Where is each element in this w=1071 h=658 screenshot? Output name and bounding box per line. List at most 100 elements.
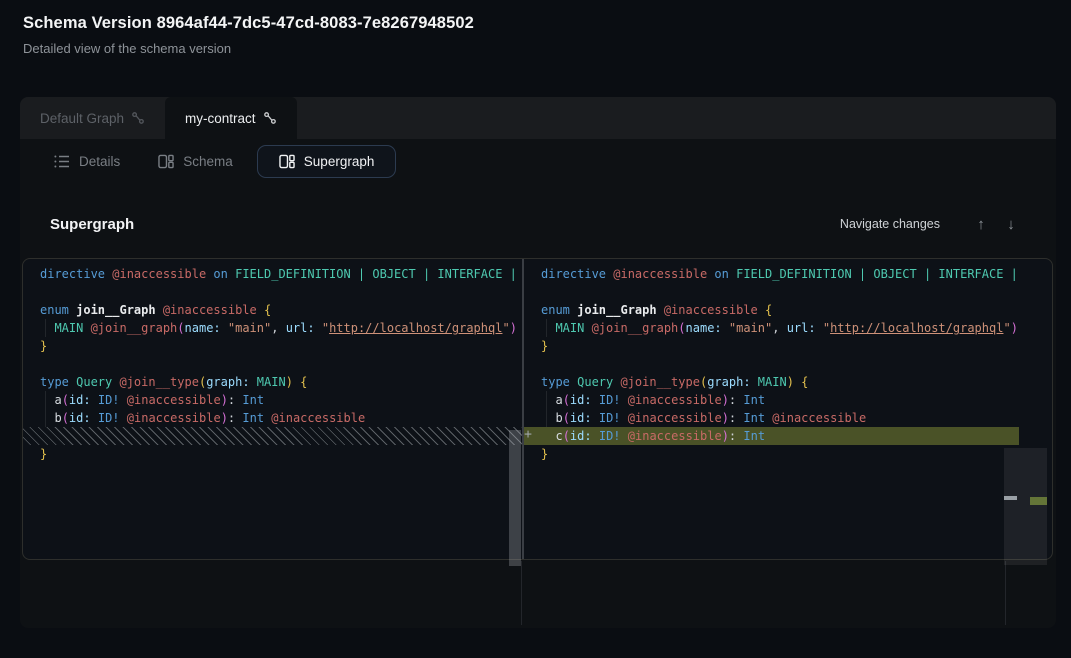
code-token: a [555,393,562,407]
code-token: : [228,411,242,425]
code-token: @inaccessible [112,267,213,281]
next-change-button[interactable]: ↓ [996,216,1026,233]
code-token [722,321,729,335]
code-token: @inaccessible [127,393,221,407]
code-token: ) [722,393,729,407]
page-header: Schema Version 8964af44-7dc5-47cd-8083-7… [23,14,474,56]
code-token: | [852,267,874,281]
code-token: ID! [599,393,621,407]
code-token: { [264,303,271,317]
code-token [120,393,127,407]
code-token: " [823,321,830,335]
code-token [120,411,127,425]
code-line: directive @inaccessible on FIELD_DEFINIT… [524,265,1019,283]
code-token [541,393,555,407]
tab-supergraph[interactable]: Supergraph [257,145,397,178]
code-token: on [714,267,736,281]
code-token: Int [743,393,765,407]
code-line: } [524,337,1019,355]
code-token: ID! [599,429,621,443]
schema-url-link[interactable]: http://localhost/graphql [329,321,502,335]
code-token: enum [40,303,76,317]
code-token: : [228,393,242,407]
tab-details[interactable]: Details [40,146,134,177]
code-token: MAIN [257,375,286,389]
code-token: @inaccessible [613,267,714,281]
diff-pane-after[interactable]: directive @inaccessible on FIELD_DEFINIT… [524,259,1019,559]
view-tab-label: Schema [183,154,233,169]
diff-pane-before[interactable]: directive @inaccessible on FIELD_DEFINIT… [23,259,522,559]
code-token: Int [242,393,264,407]
arrow-down-icon: ↓ [1007,216,1015,233]
code-token: OBJECT [873,267,916,281]
schema-url-link[interactable]: http://localhost/graphql [830,321,1003,335]
code-line: MAIN @join__graph(name: "main", url: "ht… [23,319,522,337]
code-token: directive [541,267,613,281]
indent-guide [546,391,547,409]
code-line: directive @inaccessible on FIELD_DEFINIT… [23,265,522,283]
code-token [592,429,599,443]
code-token: Int [743,411,772,425]
code-token: join__Graph [76,303,163,317]
code-token: b [54,411,61,425]
code-token: ( [563,429,570,443]
code-token: , [271,321,285,335]
code-token [592,393,599,407]
code-token [541,411,555,425]
code-token: name: [185,321,221,335]
code-token [541,429,555,443]
code-token: } [541,339,548,353]
minimap-slider[interactable] [1004,448,1047,565]
indent-guide [546,409,547,427]
code-token [91,393,98,407]
code-token: @inaccessible [127,411,221,425]
code-token: c [555,429,562,443]
schema-card: Default Graph my-contract [20,97,1056,628]
code-token [592,411,599,425]
pane-divider-extension [521,561,522,625]
code-token: : [729,411,743,425]
code-line: enum join__Graph @inaccessible { [524,301,1019,319]
code-token: ( [563,411,570,425]
tab-default-graph[interactable]: Default Graph [20,97,165,139]
code-token: OBJECT [372,267,415,281]
indent-guide [45,391,46,409]
code-line: a(id: ID! @inaccessible): Int [524,391,1019,409]
code-token: a [54,393,61,407]
code-token: @inaccessible [628,411,722,425]
graph-tab-bar: Default Graph my-contract [20,97,1056,139]
code-token [91,411,98,425]
code-token [816,321,823,335]
code-token: ) [787,375,794,389]
code-token: ) [510,321,517,335]
code-token: ) [722,429,729,443]
page-subtitle: Detailed view of the schema version [23,41,474,56]
split-panel-icon [279,154,295,169]
code-token: | [416,267,438,281]
code-token: url: [286,321,315,335]
tab-my-contract[interactable]: my-contract [165,97,297,139]
code-token [315,321,322,335]
code-token: directive [40,267,112,281]
code-token: type [40,375,76,389]
code-token: join__Graph [577,303,664,317]
left-pane-scrollbar[interactable] [509,430,521,566]
code-token: ID! [98,411,120,425]
previous-change-button[interactable]: ↑ [966,216,996,233]
arrow-up-icon: ↑ [977,216,985,233]
code-token: ( [678,321,685,335]
code-token [40,321,54,335]
code-token: @join__type [620,375,699,389]
code-token [250,375,257,389]
code-token: Int [743,429,765,443]
variant-icon [263,111,277,125]
code-line: enum join__Graph @inaccessible { [23,301,522,319]
code-token [40,393,54,407]
code-line: b(id: ID! @inaccessible): Int @inaccessi… [23,409,522,427]
code-token: graph: [206,375,249,389]
tab-schema[interactable]: Schema [144,146,247,177]
code-token: "main" [228,321,271,335]
code-token: | [502,267,516,281]
code-token: id: [570,393,592,407]
code-token: ( [62,411,69,425]
